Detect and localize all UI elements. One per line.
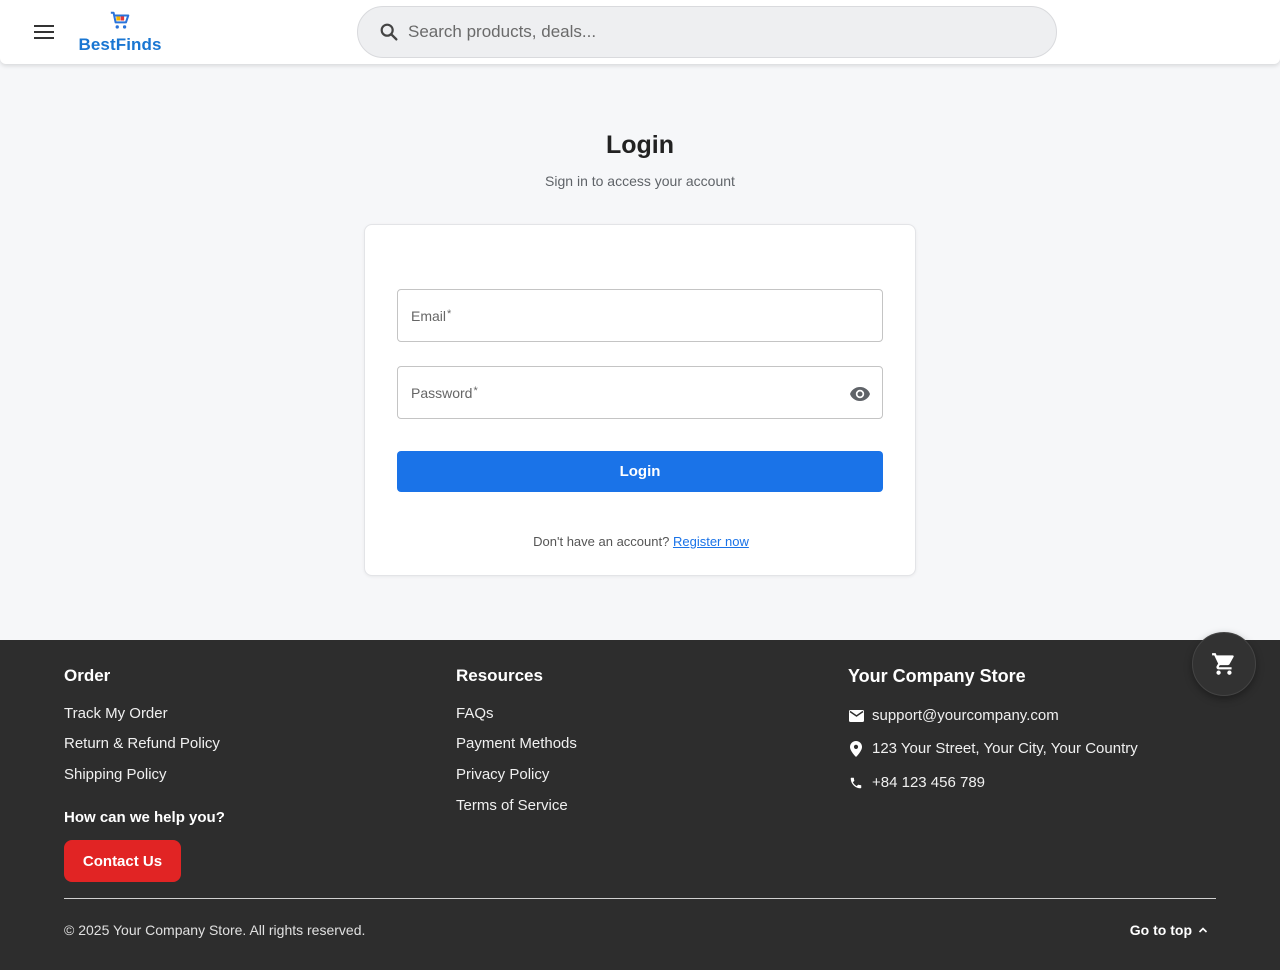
copyright-text: © 2025 Your Company Store. All rights re…	[64, 922, 366, 938]
register-prompt: Don't have an account? Register now	[365, 534, 917, 549]
top-app-bar: BestFinds	[0, 0, 1280, 64]
footer-link-terms-of-service[interactable]: Terms of Service	[456, 797, 568, 814]
company-email-row: support@yourcompany.com	[848, 707, 1059, 724]
search-bar[interactable]	[357, 6, 1057, 58]
footer-link-return-refund[interactable]: Return & Refund Policy	[64, 735, 220, 752]
footer-link-privacy-policy[interactable]: Privacy Policy	[456, 766, 549, 783]
company-address-row: 123 Your Street, Your City, Your Country	[848, 740, 1138, 757]
go-to-top-button[interactable]: Go to top	[1130, 922, 1208, 938]
company-phone-row: +84 123 456 789	[848, 774, 985, 791]
search-input[interactable]	[408, 22, 1008, 42]
password-field[interactable]: Password*	[397, 366, 883, 419]
contact-us-button[interactable]: Contact Us	[64, 840, 181, 882]
menu-button[interactable]	[32, 20, 56, 44]
company-phone[interactable]: +84 123 456 789	[872, 774, 985, 791]
brand-logo[interactable]: BestFinds	[78, 10, 162, 58]
page-subtitle: Sign in to access your account	[545, 173, 735, 189]
footer-company-title: Your Company Store	[848, 666, 1026, 686]
login-card: Email* Password* Login Don't have an acc…	[364, 224, 916, 576]
footer-divider	[64, 898, 1216, 899]
shopping-cart-icon	[1212, 653, 1234, 675]
footer-link-shipping-policy[interactable]: Shipping Policy	[64, 766, 167, 783]
go-to-top-label: Go to top	[1129, 922, 1192, 938]
toggle-password-visibility-button[interactable]	[848, 382, 872, 406]
footer-link-faqs[interactable]: FAQs	[456, 705, 494, 722]
search-icon	[380, 23, 398, 41]
footer-resources-title: Resources	[456, 666, 543, 685]
email-field[interactable]: Email*	[397, 289, 883, 342]
eye-icon	[850, 387, 870, 401]
brand-name: BestFinds	[78, 35, 162, 54]
mail-icon	[848, 709, 864, 722]
shopping-cart-icon	[110, 11, 130, 29]
menu-icon	[34, 25, 54, 39]
help-title: How can we help you?	[64, 809, 225, 826]
footer: Order Track My Order Return & Refund Pol…	[0, 640, 1280, 970]
login-button[interactable]: Login	[397, 451, 883, 492]
footer-link-payment-methods[interactable]: Payment Methods	[456, 735, 577, 752]
location-pin-icon	[850, 740, 862, 757]
chevron-up-icon	[1198, 927, 1208, 933]
phone-icon	[850, 777, 862, 788]
page-title: Login	[605, 131, 675, 159]
company-email[interactable]: support@yourcompany.com	[872, 707, 1059, 724]
register-link[interactable]: Register now	[673, 534, 749, 549]
footer-order-title: Order	[64, 666, 111, 685]
floating-cart-button[interactable]	[1192, 632, 1256, 696]
company-address: 123 Your Street, Your City, Your Country	[872, 740, 1138, 757]
password-field-label: Password*	[411, 384, 478, 401]
footer-link-track-order[interactable]: Track My Order	[64, 705, 168, 722]
email-field-label: Email*	[411, 307, 452, 324]
register-prompt-text: Don't have an account?	[533, 534, 670, 549]
